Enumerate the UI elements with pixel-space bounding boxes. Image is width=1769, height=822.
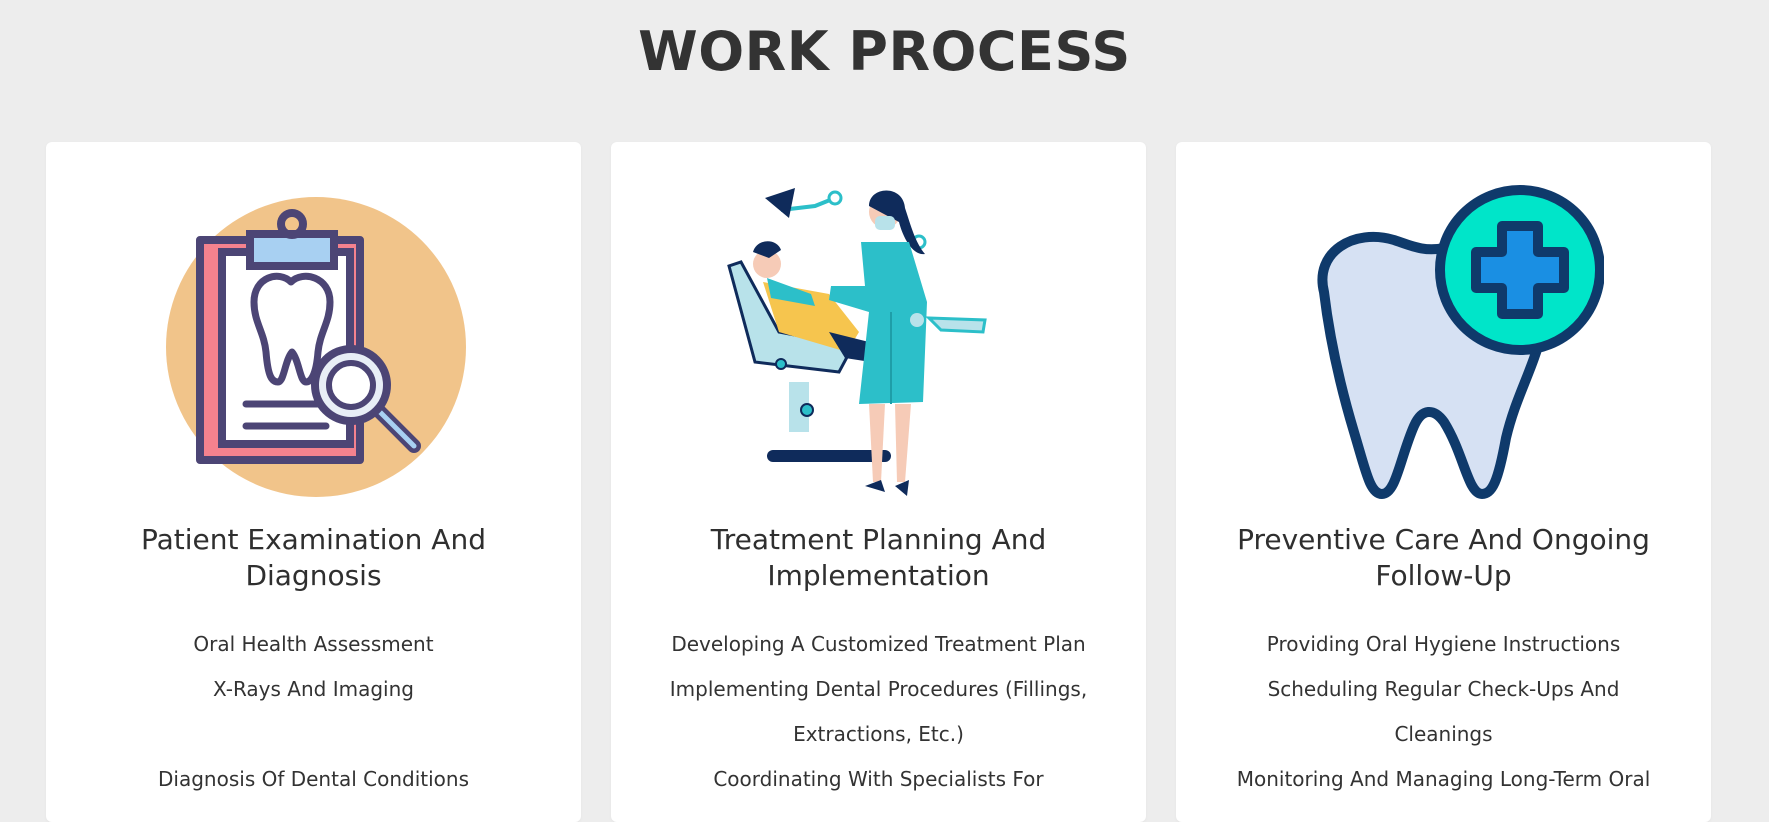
card-title-line: Implementation bbox=[767, 559, 990, 592]
list-item: Oral Health Assessment bbox=[193, 632, 434, 656]
card-item-list: Providing Oral Hygiene Instructions Sche… bbox=[1194, 622, 1693, 802]
card-title-line: Preventive Care And Ongoing bbox=[1237, 523, 1650, 556]
card-title-line: Patient Examination And bbox=[141, 523, 486, 556]
list-item: Cleanings bbox=[1394, 722, 1493, 746]
dentist-with-patient-icon bbox=[611, 182, 1146, 502]
process-card-examination: Patient Examination And Diagnosis Oral H… bbox=[46, 142, 581, 822]
page-title: WORK PROCESS bbox=[638, 20, 1131, 83]
tooth-with-medical-cross-icon bbox=[1176, 182, 1711, 502]
process-card-treatment: Treatment Planning And Implementation De… bbox=[611, 142, 1146, 822]
card-title: Patient Examination And Diagnosis bbox=[66, 522, 561, 594]
clipboard-tooth-magnifier-icon bbox=[46, 182, 581, 502]
card-title-line: Follow-Up bbox=[1375, 559, 1512, 592]
process-card-preventive: Preventive Care And Ongoing Follow-Up Pr… bbox=[1176, 142, 1711, 822]
list-item: X-Rays And Imaging bbox=[213, 677, 414, 701]
list-item: Extractions, Etc.) bbox=[793, 722, 964, 746]
card-title: Preventive Care And Ongoing Follow-Up bbox=[1196, 522, 1691, 594]
list-item: Implementing Dental Procedures (Fillings… bbox=[669, 677, 1088, 701]
list-item: Providing Oral Hygiene Instructions bbox=[1266, 632, 1621, 656]
list-item: Diagnosis Of Dental Conditions bbox=[158, 767, 469, 791]
card-title-line: Treatment Planning And bbox=[710, 523, 1047, 556]
list-item: Coordinating With Specialists For bbox=[713, 767, 1044, 791]
card-title-line: Diagnosis bbox=[245, 559, 382, 592]
card-item-list: Developing A Customized Treatment Plan I… bbox=[629, 622, 1128, 802]
list-item: Monitoring And Managing Long-Term Oral bbox=[1236, 767, 1651, 791]
list-item: Developing A Customized Treatment Plan bbox=[671, 632, 1086, 656]
card-item-list: Oral Health Assessment X-Rays And Imagin… bbox=[64, 622, 563, 802]
list-item: Scheduling Regular Check-Ups And bbox=[1267, 677, 1620, 701]
card-title: Treatment Planning And Implementation bbox=[631, 522, 1126, 594]
